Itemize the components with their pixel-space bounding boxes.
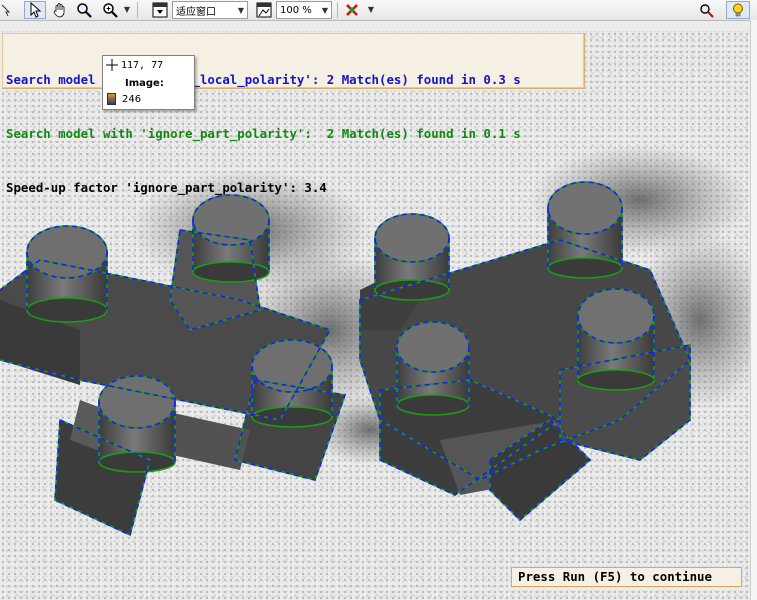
tooltip-coords: 117, 77 <box>121 59 164 71</box>
zoom-in-icon[interactable] <box>100 1 120 19</box>
move-icon[interactable] <box>0 1 14 19</box>
toolbar: ▼ 适应窗口 ▼ 100 % ▼ ▼ <box>0 0 757 21</box>
zoom-dropdown-arrow[interactable]: ▼ <box>122 1 132 19</box>
chevron-down-icon: ▼ <box>237 5 245 15</box>
zoom-mode-select[interactable]: 适应窗口 ▼ <box>172 1 248 19</box>
tooltip-value: 246 <box>122 93 142 105</box>
toolbar-separator <box>137 2 138 18</box>
tooltip-coords-row: 117, 77 <box>106 59 163 71</box>
window-scroll-edge <box>750 20 757 600</box>
toolbar-separator <box>337 2 338 18</box>
tooltip-value-row: 246 <box>107 93 141 105</box>
pointer-tool-button[interactable] <box>24 1 46 19</box>
message-line-1: Search model with 'ignore_local_polarity… <box>6 72 521 87</box>
lightbulb-icon[interactable] <box>726 1 750 19</box>
zoom-percent-value: 100 % <box>280 4 312 16</box>
message-line-2: Search model with 'ignore_part_polarity'… <box>6 126 521 141</box>
chevron-down-icon: ▼ <box>321 5 329 15</box>
color-dropdown-arrow[interactable]: ▼ <box>366 1 376 19</box>
zoom-mode-value: 适应窗口 <box>176 6 216 18</box>
color-tool-icon[interactable] <box>342 1 362 19</box>
result-message-box: Search model with 'ignore_local_polarity… <box>2 33 584 195</box>
zoom-percent-icon[interactable] <box>254 1 274 19</box>
canvas-top-strip <box>0 21 750 31</box>
zoom-percent-select[interactable]: 100 % ▼ <box>276 1 332 19</box>
tooltip-label: Image: <box>125 78 164 89</box>
crosshair-icon <box>106 59 118 71</box>
continue-status-message: Press Run (F5) to continue <box>511 567 742 587</box>
pixel-info-tooltip: 117, 77 Image: 246 <box>102 55 195 110</box>
magnifier-icon[interactable] <box>74 1 94 19</box>
message-line-3: Speed-up factor 'ignore_part_polarity': … <box>6 180 327 195</box>
hand-icon[interactable] <box>50 1 70 19</box>
gray-value-swatch-icon <box>107 93 116 105</box>
fit-window-icon[interactable] <box>150 1 170 19</box>
inspect-icon[interactable] <box>696 1 716 19</box>
